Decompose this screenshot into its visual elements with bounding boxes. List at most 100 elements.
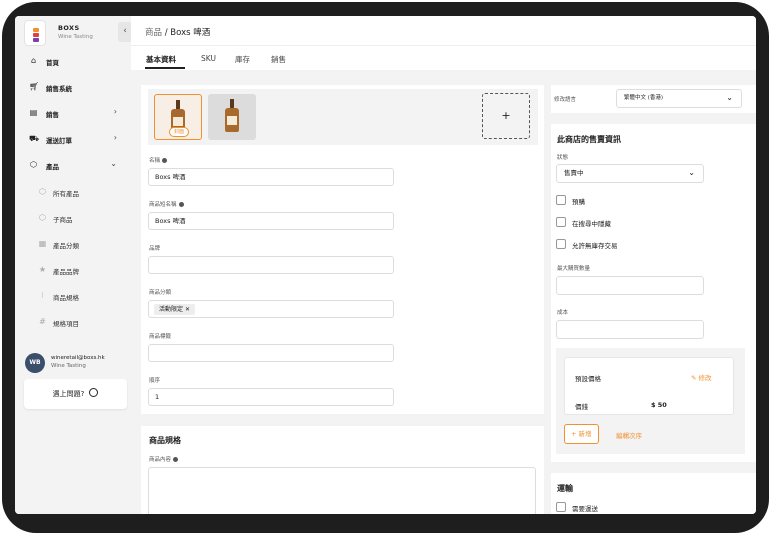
name-label-text: 名稱: [149, 158, 161, 164]
breadcrumb: 商品 / Boxs 啤酒: [145, 26, 210, 38]
sidebar-subitem-sub-products[interactable]: ⬡ 子商品: [15, 208, 131, 228]
info-icon: [162, 158, 168, 163]
spec-content-editor[interactable]: [148, 467, 536, 514]
price-label: 價錢: [575, 403, 588, 411]
info-icon: [178, 202, 184, 207]
page-title: Boxs 啤酒: [170, 28, 211, 38]
tab-basic-info[interactable]: 基本資料: [146, 54, 176, 65]
default-price-title: 預設價格: [575, 375, 601, 383]
language-select[interactable]: 繁體中文 (香港) ⌄: [616, 89, 742, 108]
short-name-label: 商品短名稱: [149, 200, 184, 208]
chevron-down-icon: ⌄: [688, 168, 695, 177]
sidebar-item-pos[interactable]: 🛒︎ 銷售系統: [15, 77, 131, 97]
max-qty-field[interactable]: [556, 276, 704, 295]
edit-price-label: 修改: [698, 374, 712, 382]
default-price-box: 預設價格 ✎ 修改 價錢 $ 50: [564, 357, 734, 415]
tag-icon: ⁝: [41, 291, 44, 300]
brand-subtitle: Wine Tasting: [58, 34, 93, 40]
brand-logo-icon: [24, 20, 46, 46]
short-name-field[interactable]: Boxs 啤酒: [148, 212, 394, 230]
brand-label: 品牌: [149, 246, 161, 252]
tags-label: 商品標籤: [149, 334, 172, 340]
order-field[interactable]: 1: [148, 388, 394, 406]
allow-oos-checkbox-row[interactable]: 允許無庫存交易: [556, 239, 716, 251]
sidebar-subitem-label: 商品規格: [53, 294, 79, 302]
sidebar-subitem-categories[interactable]: ▦ 產品分類: [15, 234, 131, 254]
sidebar-item-products[interactable]: ⬡ 產品 ⌄: [15, 155, 131, 175]
short-name-label-text: 商品短名稱: [149, 202, 177, 208]
avatar: WB: [25, 353, 45, 373]
sidebar-item-label: 銷售: [46, 111, 59, 119]
order-label: 順序: [149, 378, 161, 384]
name-field[interactable]: Boxs 啤酒: [148, 168, 394, 186]
sidebar-subitem-label: 所有產品: [53, 190, 79, 198]
tab-sku[interactable]: SKU: [201, 54, 216, 63]
product-image-cover[interactable]: 封面: [154, 94, 202, 140]
box-outline-icon: ⬡: [39, 213, 46, 222]
tab-sales[interactable]: 銷售: [271, 54, 286, 65]
brand-field[interactable]: [148, 256, 394, 274]
chevron-down-icon: ⌄: [726, 93, 733, 102]
chevron-right-icon: ›: [113, 107, 117, 116]
allow-oos-checkbox[interactable]: [556, 239, 566, 249]
sidebar-subitem-label: 子商品: [53, 216, 73, 224]
category-field[interactable]: 活動限定 ✕: [148, 300, 394, 318]
collapse-sidebar-button[interactable]: ‹: [118, 22, 132, 42]
sidebar-item-sales[interactable]: ▤ 銷售 ›: [15, 103, 131, 123]
edit-price-link[interactable]: ✎ 修改: [691, 372, 712, 382]
star-icon: ★: [38, 265, 47, 274]
price-section: 預設價格 ✎ 修改 價錢 $ 50 + 新增 編輯次序: [556, 348, 745, 454]
beer-bottle-image: [225, 99, 239, 132]
name-label: 名稱: [149, 156, 168, 164]
status-value: 售賣中: [564, 169, 584, 177]
sidebar-item-shipping-orders[interactable]: ⛟ 運送訂單 ›: [15, 129, 131, 149]
sidebar-item-label: 首頁: [46, 59, 59, 67]
hide-in-search-label: 在搜尋中隱藏: [572, 220, 611, 228]
language-bar: 修改語言 繁體中文 (香港) ⌄: [551, 85, 756, 113]
sidebar-item-label: 運送訂單: [46, 137, 72, 145]
preorder-checkbox[interactable]: [556, 195, 566, 205]
sidebar-item-label: 產品: [46, 163, 59, 171]
help-button[interactable]: 遇上問題?: [24, 379, 127, 409]
status-select[interactable]: 售賣中 ⌄: [556, 164, 704, 183]
add-price-button[interactable]: + 新增: [564, 424, 599, 444]
spec-title: 商品規格: [149, 436, 181, 445]
chevron-down-icon: ⌄: [110, 159, 117, 168]
requires-shipping-label: 需要運送: [572, 505, 598, 513]
grid-icon: ▦: [38, 239, 47, 248]
requires-shipping-checkbox[interactable]: [556, 502, 566, 512]
allow-oos-label: 允許無庫存交易: [572, 242, 618, 250]
hide-in-search-checkbox[interactable]: [556, 217, 566, 227]
add-image-button[interactable]: +: [482, 93, 530, 139]
breadcrumb-parent[interactable]: 商品: [145, 28, 162, 38]
category-chip-label: 活動限定: [159, 306, 184, 313]
brand-name: BOXS: [58, 24, 80, 32]
box-icon: ⬡: [30, 160, 37, 169]
product-image[interactable]: [208, 94, 256, 140]
preorder-label: 預購: [572, 198, 585, 206]
reorder-link[interactable]: 編輯次序: [616, 430, 642, 440]
sidebar-subitem-spec-items[interactable]: # 規格項目: [15, 312, 131, 332]
tab-inventory[interactable]: 庫存: [235, 54, 250, 65]
sidebar-subitem-brands[interactable]: ★ 產品品牌: [15, 260, 131, 280]
sidebar-subitem-all-products[interactable]: ⬡ 所有產品: [15, 182, 131, 202]
requires-shipping-checkbox-row[interactable]: 需要運送: [556, 502, 716, 514]
sale-info-title: 此商店的售賣資訊: [557, 135, 621, 144]
close-icon[interactable]: ✕: [185, 306, 190, 313]
cover-badge: 封面: [169, 127, 189, 137]
sale-info-card: 此商店的售賣資訊 狀態 售賣中 ⌄ 預購 在搜尋中隱藏 允許無庫存交易 最大購買…: [551, 124, 756, 462]
app-screen: BOXS Wine Tasting ‹ ⌂ 首頁 🛒︎ 銷售系統 ▤ 銷售 › …: [15, 16, 756, 514]
shipping-title: 運輸: [557, 484, 573, 493]
preorder-checkbox-row[interactable]: 預購: [556, 195, 716, 207]
sidebar-subitem-specs[interactable]: ⁝ 商品規格: [15, 286, 131, 306]
sidebar-item-home[interactable]: ⌂ 首頁: [15, 51, 131, 71]
cost-field[interactable]: [556, 320, 704, 339]
hash-icon: #: [39, 317, 46, 326]
tags-field[interactable]: [148, 344, 394, 362]
price-value: $ 50: [651, 401, 667, 409]
add-price-label: 新增: [578, 430, 592, 438]
user-profile[interactable]: WB wineretail@boxs.hk Wine Tasting: [24, 350, 131, 376]
sidebar-subitem-label: 產品分類: [53, 242, 79, 250]
brand: BOXS Wine Tasting: [24, 20, 131, 46]
hide-in-search-checkbox-row[interactable]: 在搜尋中隱藏: [556, 217, 716, 229]
